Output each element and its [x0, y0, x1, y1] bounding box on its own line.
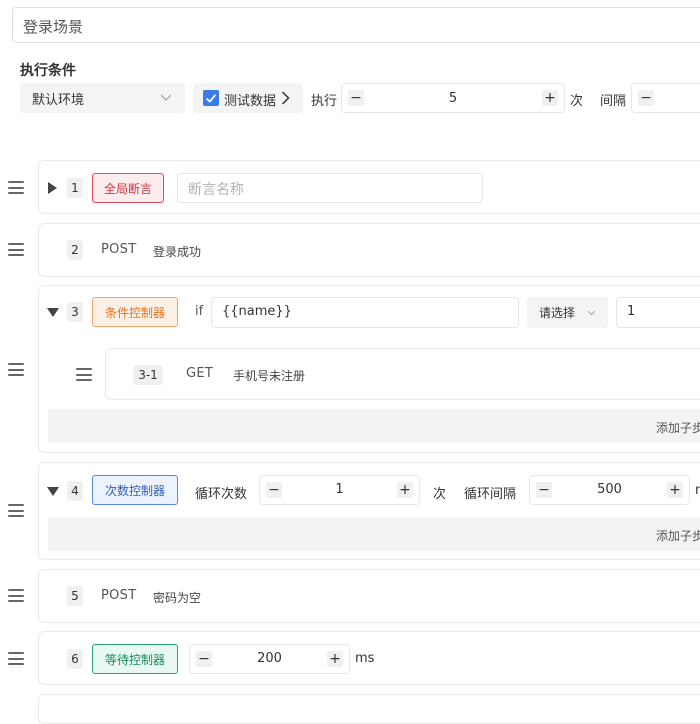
drag-handle-icon[interactable]	[8, 589, 24, 602]
add-child-step-button[interactable]: 添加子步	[48, 517, 700, 551]
chevron-down-icon	[160, 94, 172, 101]
condition-value: 1	[627, 304, 636, 319]
step-number: 4	[67, 481, 83, 501]
environment-select[interactable]: 默认环境	[20, 83, 185, 113]
condition-value-input[interactable]: 1	[616, 297, 700, 328]
http-method: POST	[101, 242, 137, 257]
test-data-toggle[interactable]: 测试数据	[193, 83, 303, 113]
add-child-step-label: 添加子步	[656, 529, 700, 543]
test-data-label: 测试数据	[224, 94, 277, 109]
http-method: POST	[101, 588, 137, 603]
increment-button[interactable]: +	[327, 651, 343, 667]
drag-handle-icon[interactable]	[8, 504, 24, 517]
drag-handle-icon[interactable]	[76, 368, 92, 381]
child-step-card-3-1[interactable]: 3-1 GET 手机号未注册	[105, 348, 700, 400]
assertion-name-input[interactable]: 断言名称	[177, 173, 483, 203]
condition-expression-input[interactable]: {{name}}	[211, 297, 519, 328]
drag-handle-icon[interactable]	[8, 243, 24, 256]
loop-interval-label: 循环间隔	[464, 487, 517, 502]
exec-label: 执行	[311, 94, 338, 109]
step-type-tag: 全局断言	[92, 173, 164, 203]
execution-conditions-title: 执行条件	[20, 63, 76, 79]
expand-icon[interactable]	[48, 182, 57, 194]
add-child-step-label: 添加子步	[656, 421, 700, 435]
increment-button[interactable]: +	[397, 482, 413, 498]
step-card-next	[38, 694, 700, 724]
increment-button[interactable]: +	[542, 90, 558, 106]
step-number: 6	[67, 649, 83, 669]
step-card-1: 1 全局断言 断言名称	[38, 160, 700, 214]
loop-count-stepper[interactable]: − 1 +	[259, 475, 420, 505]
step-type-tag: 等待控制器	[92, 644, 178, 674]
checkbox-checked-icon[interactable]	[203, 90, 219, 106]
step-card-2[interactable]: 2 POST 登录成功	[38, 223, 700, 277]
collapse-icon[interactable]	[47, 308, 59, 317]
drag-handle-icon[interactable]	[8, 652, 24, 665]
loop-count-unit: 次	[433, 487, 447, 502]
assertion-name-placeholder: 断言名称	[188, 182, 244, 198]
step-type-tag: 次数控制器	[92, 475, 178, 505]
condition-expression-value: {{name}}	[222, 304, 292, 319]
loop-count-label: 循环次数	[195, 487, 248, 502]
loop-interval-stepper[interactable]: − 500 +	[529, 475, 690, 505]
drag-handle-icon[interactable]	[8, 181, 24, 194]
http-method: GET	[186, 366, 214, 381]
step-type-tag: 条件控制器	[92, 297, 178, 327]
if-label: if	[195, 304, 204, 319]
step-number: 3	[67, 302, 83, 322]
exec-unit: 次	[570, 94, 584, 109]
chevron-right-icon[interactable]	[281, 91, 290, 105]
step-number: 2	[67, 240, 83, 260]
step-description: 手机号未注册	[233, 369, 306, 383]
increment-button[interactable]: +	[667, 482, 683, 498]
step-card-4: 4 次数控制器 循环次数 − 1 + 次 循环间隔 − 500 + ms 添加子…	[38, 462, 700, 560]
interval-stepper[interactable]: −	[631, 83, 700, 113]
wait-duration-value: 200	[257, 651, 282, 666]
step-number: 5	[67, 586, 83, 606]
interval-label: 间隔	[600, 94, 627, 109]
operator-select[interactable]: 请选择	[527, 297, 608, 328]
exec-count-value: 5	[448, 91, 458, 106]
operator-value: 请选择	[539, 306, 576, 320]
wait-duration-unit: ms	[355, 651, 375, 666]
step-description: 密码为空	[153, 591, 202, 605]
loop-interval-value: 500	[597, 482, 622, 497]
exec-count-stepper[interactable]: − 5 +	[341, 83, 565, 113]
loop-count-value: 1	[335, 482, 344, 497]
scenario-name-input[interactable]: 登录场景	[12, 7, 700, 43]
environment-value: 默认环境	[32, 93, 85, 108]
drag-handle-icon[interactable]	[8, 363, 24, 376]
step-card-3: 3 条件控制器 if {{name}} 请选择 1 3-1 GET 手机号未注册…	[38, 285, 700, 453]
scenario-name-value: 登录场景	[23, 18, 84, 36]
interval-decrement-button[interactable]: −	[638, 90, 654, 106]
add-child-step-button[interactable]: 添加子步	[48, 409, 700, 443]
step-description: 登录成功	[153, 245, 202, 259]
step-card-5[interactable]: 5 POST 密码为空	[38, 569, 700, 623]
chevron-down-icon	[587, 310, 596, 316]
loop-interval-unit: ms	[695, 483, 700, 498]
collapse-icon[interactable]	[47, 487, 59, 496]
step-card-6: 6 等待控制器 − 200 + ms	[38, 631, 700, 685]
step-number: 3-1	[133, 365, 163, 385]
step-number: 1	[67, 178, 83, 198]
wait-duration-stepper[interactable]: − 200 +	[189, 644, 350, 674]
